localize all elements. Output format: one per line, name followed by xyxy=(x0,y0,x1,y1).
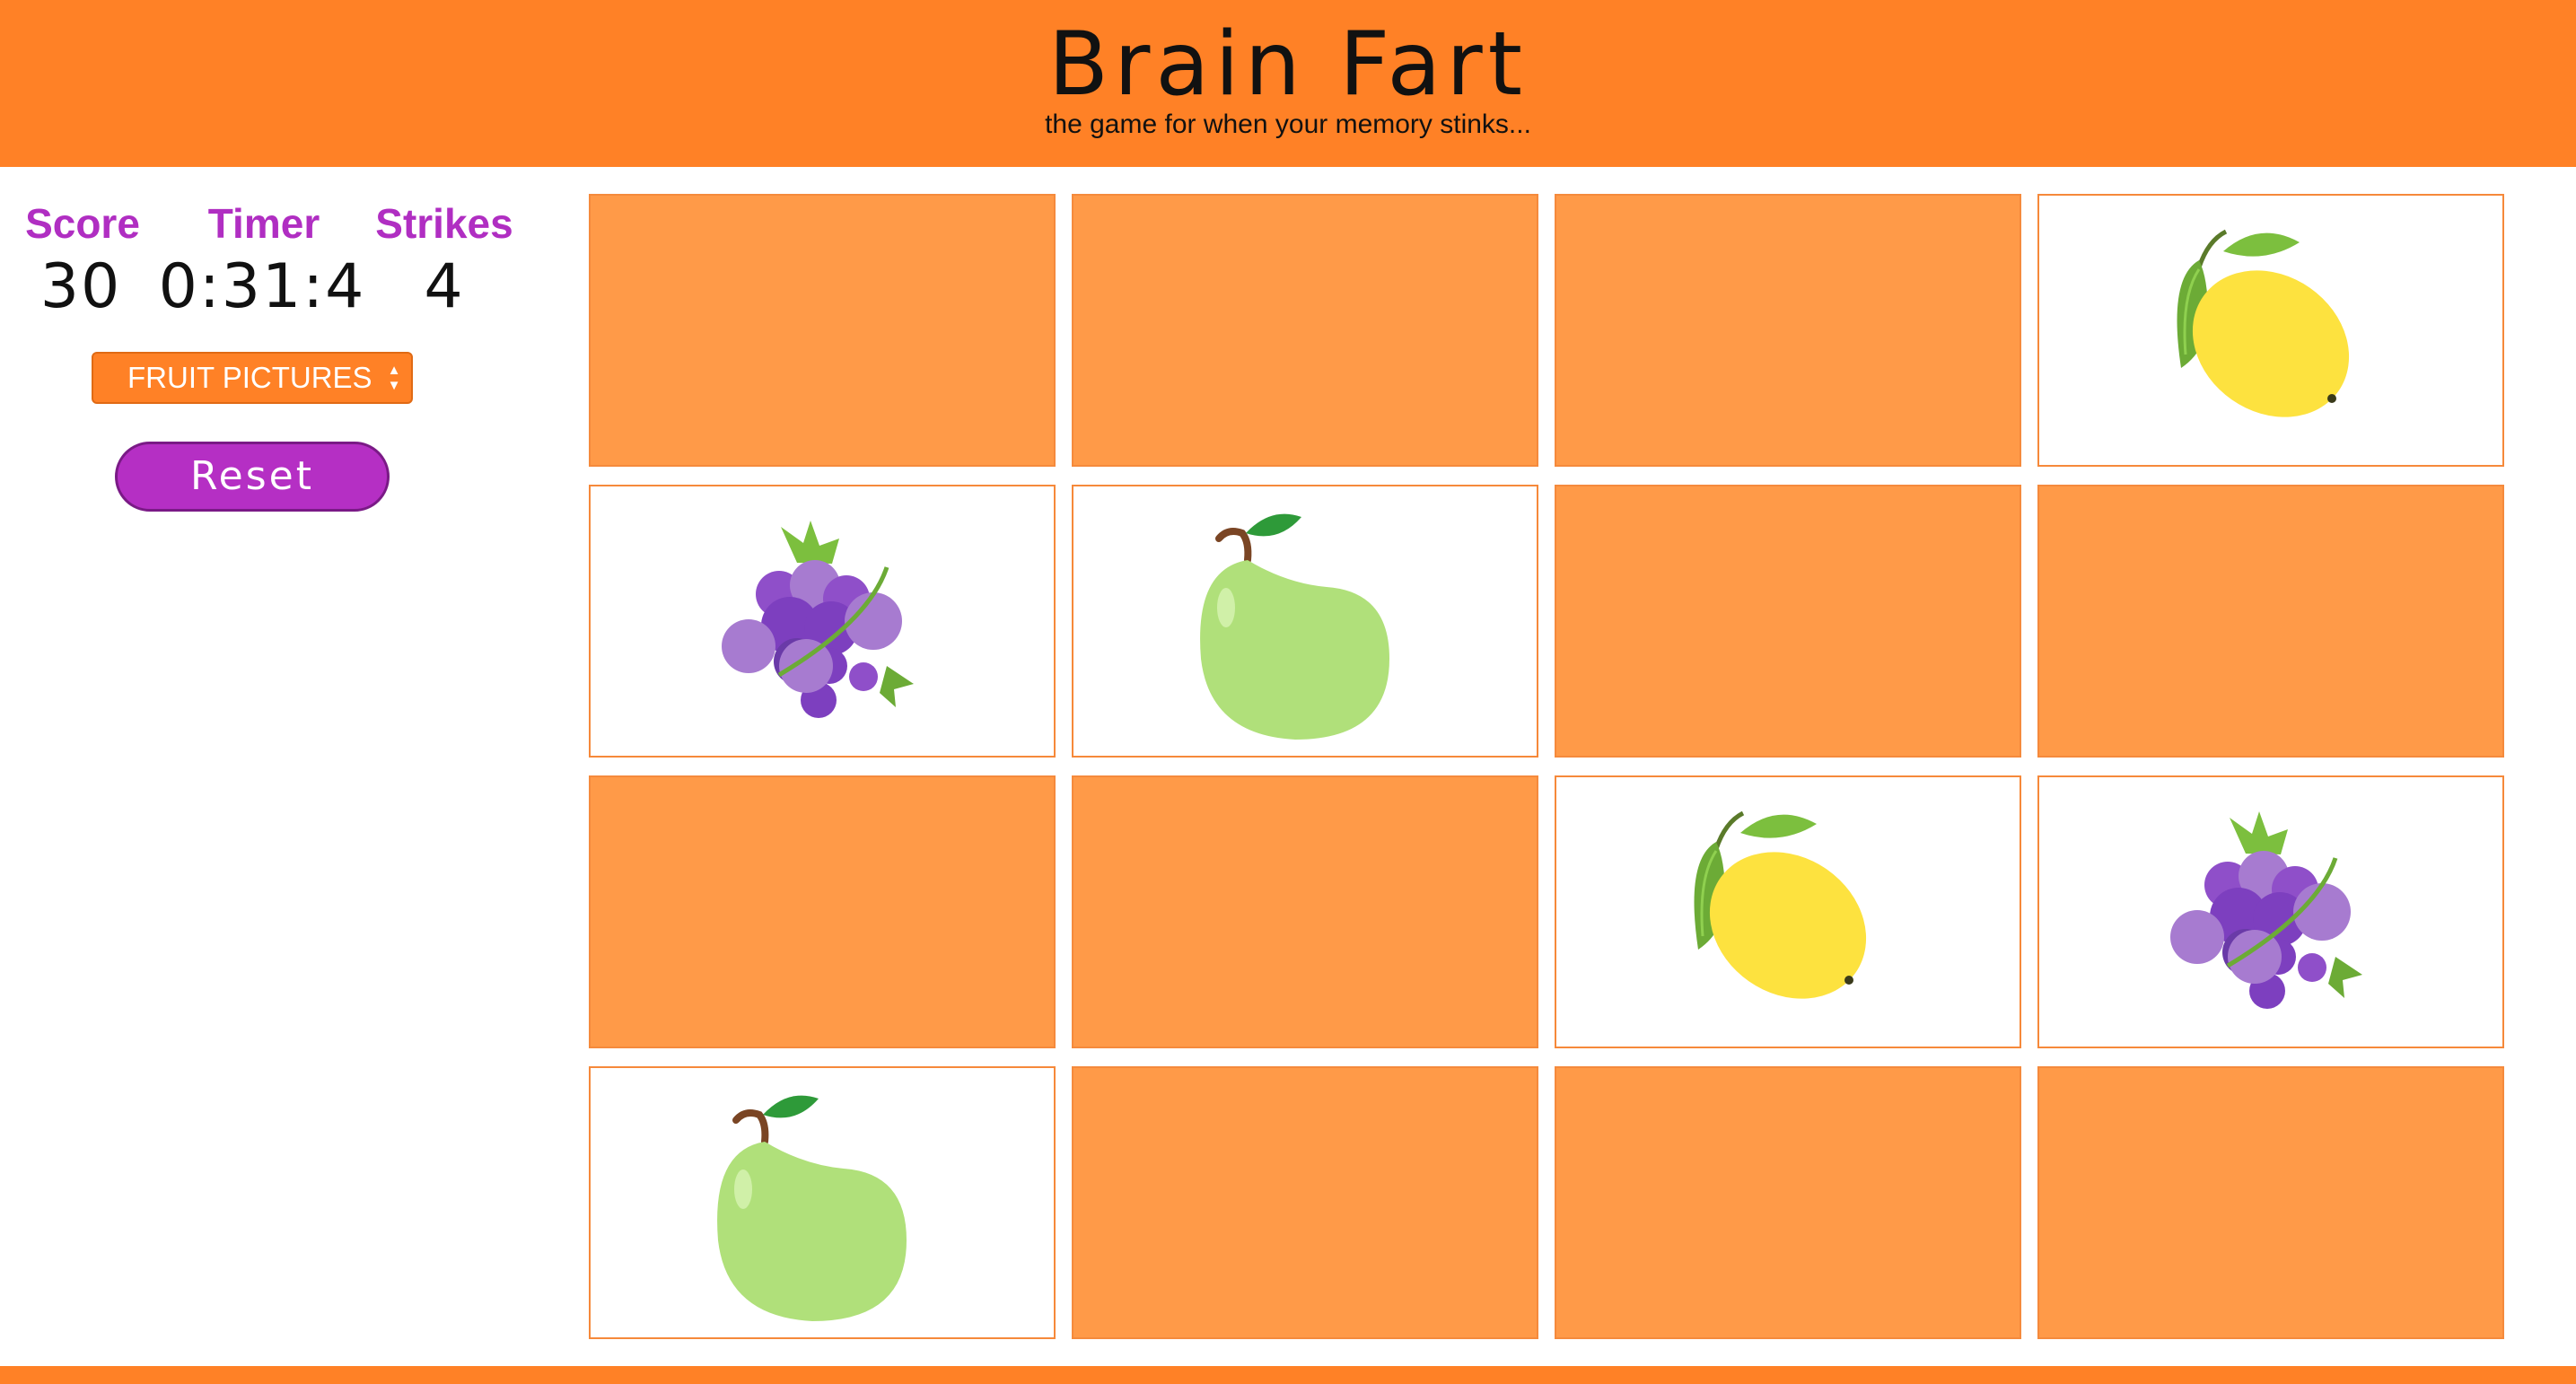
lemon-icon xyxy=(2177,229,2350,417)
memory-card-face-down[interactable] xyxy=(1555,485,2021,758)
strikes-label: Strikes xyxy=(375,200,513,247)
pear-icon xyxy=(717,1095,907,1321)
memory-card-grapes[interactable] xyxy=(2037,775,2504,1048)
reset-button[interactable]: Reset xyxy=(115,442,390,512)
deck-select-value: FRUIT PICTURES xyxy=(127,361,372,394)
memory-card-face-down[interactable] xyxy=(1072,775,1538,1048)
select-arrows-icon: ▲ ▼ xyxy=(387,363,401,393)
footer-bar xyxy=(0,1366,2576,1384)
memory-card-face-down[interactable] xyxy=(1555,1066,2021,1339)
memory-card-grapes[interactable] xyxy=(589,485,1056,758)
memory-card-face-down[interactable] xyxy=(1072,1066,1538,1339)
deck-select[interactable]: FRUIT PICTURES ▲ ▼ xyxy=(92,352,413,404)
memory-card-face-down[interactable] xyxy=(1555,194,2021,467)
strikes-value: 4 xyxy=(424,251,465,322)
game-subtitle: the game for when your memory stinks... xyxy=(1045,109,1531,139)
lemon-icon xyxy=(1694,810,1867,999)
grapes-icon xyxy=(722,521,914,718)
game-title: Brain Fart xyxy=(1047,13,1529,116)
memory-card-face-down[interactable] xyxy=(589,194,1056,467)
memory-card-face-down[interactable] xyxy=(1072,194,1538,467)
memory-card-lemon[interactable] xyxy=(1555,775,2021,1048)
memory-card-face-down[interactable] xyxy=(2037,485,2504,758)
grapes-icon xyxy=(2170,811,2362,1009)
timer-label: Timer xyxy=(207,200,320,247)
memory-card-pear[interactable] xyxy=(1072,485,1538,758)
memory-card-face-down[interactable] xyxy=(589,775,1056,1048)
memory-card-face-down[interactable] xyxy=(2037,1066,2504,1339)
memory-card-pear[interactable] xyxy=(589,1066,1056,1339)
score-label: Score xyxy=(25,200,140,247)
memory-card-lemon[interactable] xyxy=(2037,194,2504,467)
pear-icon xyxy=(1200,513,1389,740)
header-bar: Brain Fart the game for when your memory… xyxy=(0,0,2576,167)
